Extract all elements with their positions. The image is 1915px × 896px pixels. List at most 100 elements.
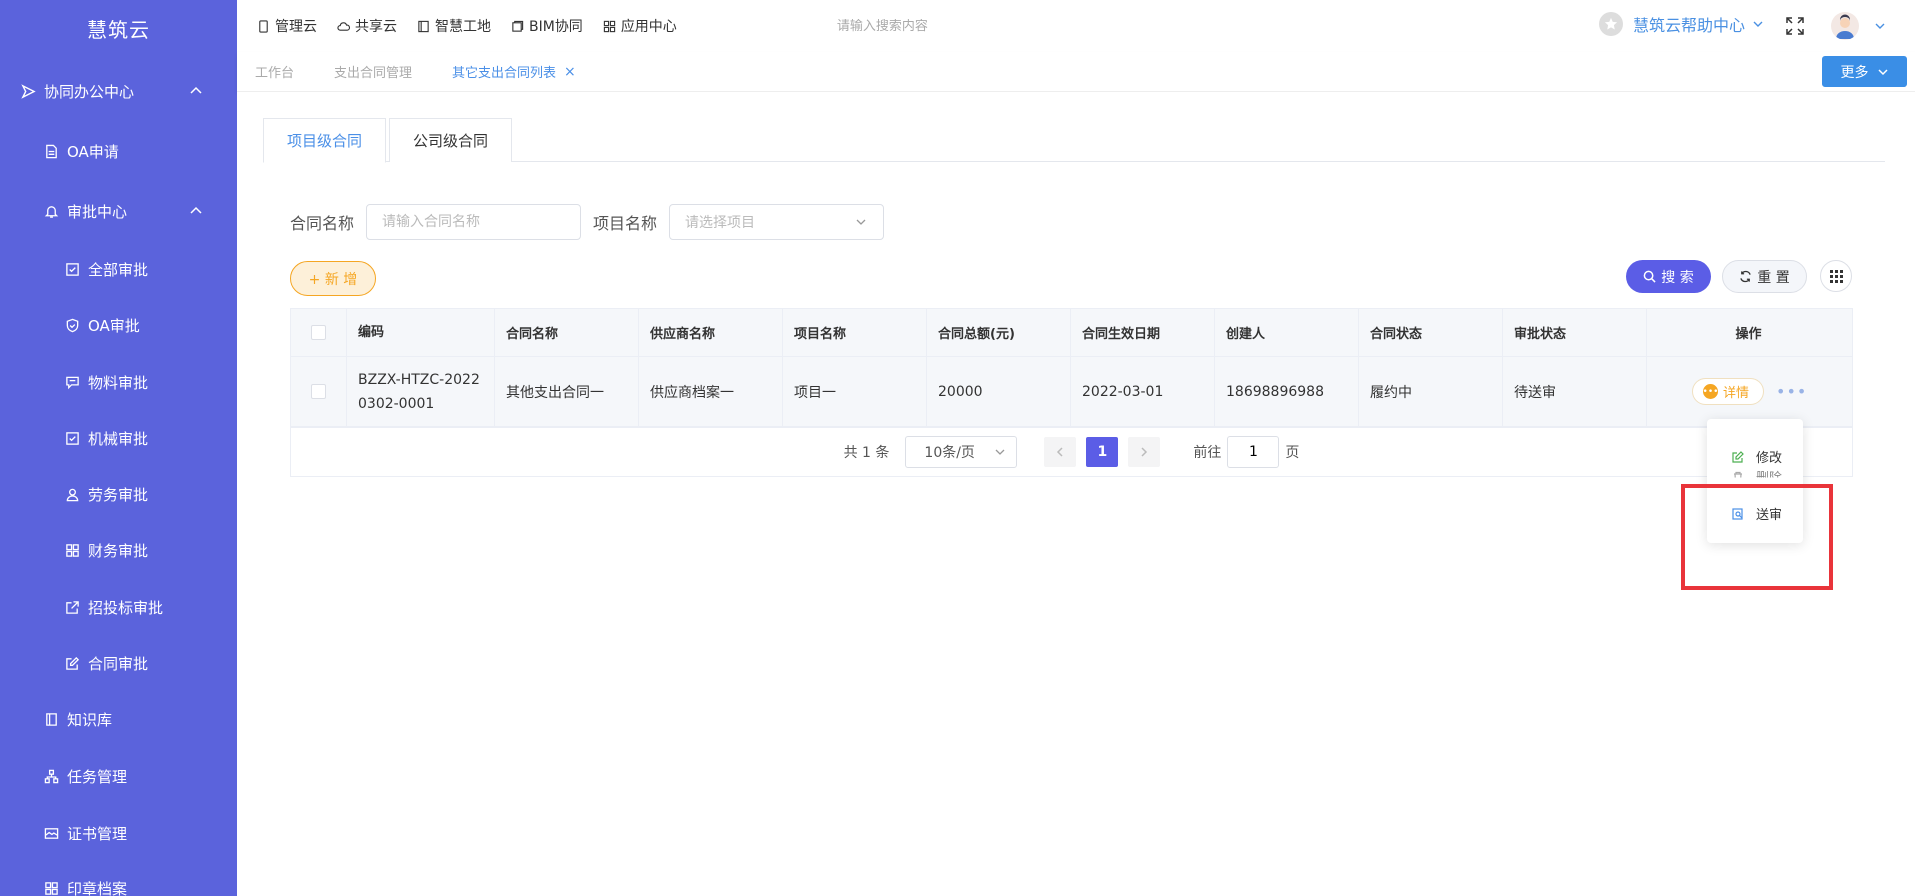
sidebar-item-certificate-management[interactable]: 证书管理 — [0, 813, 237, 853]
dropdown-item-edit[interactable]: 修改 — [1732, 447, 1782, 466]
column-settings-button[interactable] — [1820, 260, 1852, 292]
topnav-management-cloud[interactable]: 管理云 — [257, 16, 317, 36]
goto-page-input[interactable] — [1227, 435, 1280, 468]
edit-icon — [64, 655, 80, 671]
fullscreen-icon[interactable] — [1785, 16, 1805, 36]
header-checkbox-cell — [291, 309, 347, 356]
page-number-button[interactable]: 1 — [1086, 436, 1119, 467]
cube-icon — [512, 20, 524, 32]
table-header: 编码 合同名称 供应商名称 项目名称 合同总额(元) 合同生效日期 创建人 合同… — [291, 309, 1852, 357]
contract-level-tabs: 项目级合同 公司级合同 — [263, 118, 1885, 163]
dropdown-item-label: 修改 — [1756, 451, 1783, 466]
sidebar-item-label: OA审批 — [88, 316, 140, 335]
header-amount: 合同总额(元) — [927, 309, 1071, 356]
topnav-label: 智慧工地 — [435, 19, 491, 35]
tab-company-level-contract[interactable]: 公司级合同 — [389, 118, 513, 162]
search-button[interactable]: 搜 索 — [1626, 260, 1711, 293]
cell-creator: 18698896988 — [1215, 357, 1359, 426]
cell-amount: 20000 — [927, 357, 1071, 426]
topnav-bim[interactable]: BIM协同 — [511, 16, 583, 36]
header-contract-name: 合同名称 — [495, 309, 639, 356]
more-circle-icon: ••• — [1703, 384, 1718, 399]
sidebar-item-label: 证书管理 — [67, 824, 128, 843]
send-icon — [20, 83, 36, 99]
contract-name-input[interactable] — [366, 204, 582, 240]
contract-table: 编码 合同名称 供应商名称 项目名称 合同总额(元) 合同生效日期 创建人 合同… — [290, 308, 1853, 428]
tab-workbench[interactable]: 工作台 — [255, 62, 294, 81]
sidebar-item-seal-archive[interactable]: 印章档案 — [0, 868, 237, 896]
cell-supplier: 供应商档案一 — [639, 357, 783, 426]
topnav-label: 管理云 — [275, 19, 317, 35]
sidebar-item-machine-approval[interactable]: 机械审批 — [0, 418, 237, 458]
cell-approval-status: 待送审 — [1503, 357, 1647, 426]
help-center-label: 慧筑云帮助中心 — [1632, 16, 1745, 35]
sidebar-item-approval-center[interactable]: 审批中心 — [0, 191, 237, 231]
dropdown-item-delete[interactable]: 删除 — [1732, 467, 1783, 486]
global-search-input[interactable] — [836, 18, 1097, 34]
book-icon — [43, 711, 59, 727]
chevron-down-icon — [1753, 21, 1763, 27]
chevron-up-icon — [190, 86, 202, 94]
cell-code: BZZX-HTZC-20220302-0001 — [347, 357, 495, 426]
project-select[interactable]: 请选择项目 — [669, 204, 885, 240]
reset-button-label: 重 置 — [1757, 269, 1790, 286]
sidebar-item-all-approval[interactable]: 全部审批 — [0, 249, 237, 289]
page-size-select[interactable]: 10条/页 — [905, 435, 1018, 468]
chevron-down-icon[interactable] — [1873, 19, 1887, 33]
topnav-label: BIM协同 — [529, 19, 583, 35]
header-contract-status: 合同状态 — [1359, 309, 1503, 356]
sidebar-item-label: 审批中心 — [67, 202, 128, 221]
sidebar-item-label: OA申请 — [67, 142, 119, 161]
topnav-smart-site[interactable]: 智慧工地 — [417, 16, 491, 36]
select-all-checkbox[interactable] — [311, 325, 326, 340]
cell-actions: ••• 详情 ••• — [1647, 357, 1850, 426]
page-tabs-bar: 工作台 支出合同管理 其它支出合同列表 × 更多 — [237, 52, 1915, 92]
header-code: 编码 — [347, 309, 495, 356]
detail-button[interactable]: ••• 详情 — [1692, 378, 1765, 405]
header-creator: 创建人 — [1215, 309, 1359, 356]
sidebar-item-contract-approval[interactable]: 合同审批 — [0, 643, 237, 683]
topnav-app-center[interactable]: 应用中心 — [603, 16, 677, 36]
sidebar-item-knowledge-base[interactable]: 知识库 — [0, 699, 237, 739]
close-icon[interactable]: × — [564, 64, 576, 80]
dropdown-item-label: 送审 — [1756, 508, 1783, 523]
topnav-share-cloud[interactable]: 共享云 — [337, 16, 397, 36]
header-effective-date: 合同生效日期 — [1071, 309, 1215, 356]
user-avatar[interactable] — [1831, 12, 1859, 40]
dropdown-item-label: 删除 — [1756, 471, 1783, 486]
tab-project-level-contract[interactable]: 项目级合同 — [263, 118, 387, 163]
dropdown-item-submit-review[interactable]: 送审 — [1732, 504, 1782, 523]
sidebar-item-material-approval[interactable]: 物料审批 — [0, 362, 237, 402]
sidebar-item-collab-office[interactable]: 协同办公中心 — [0, 71, 237, 111]
document-icon — [43, 143, 59, 159]
sidebar-item-label: 知识库 — [67, 710, 113, 729]
row-checkbox[interactable] — [311, 384, 326, 399]
sidebar-item-bidding-approval[interactable]: 招投标审批 — [0, 587, 237, 627]
sidebar-item-labor-approval[interactable]: 劳务审批 — [0, 474, 237, 514]
project-name-label: 项目名称 — [593, 214, 658, 233]
sidebar-item-finance-approval[interactable]: 财务审批 — [0, 530, 237, 570]
trash-icon — [1734, 471, 1742, 478]
tab-other-expense-contract-list[interactable]: 其它支出合同列表 × — [452, 62, 576, 82]
reset-button[interactable]: 重 置 — [1722, 260, 1807, 293]
edit-icon — [1732, 450, 1744, 463]
sidebar-item-label: 全部审批 — [88, 260, 149, 279]
more-actions-icon[interactable]: ••• — [1776, 382, 1807, 401]
refresh-icon — [1740, 270, 1752, 283]
chevron-down-icon — [995, 449, 1005, 455]
tab-label: 支出合同管理 — [334, 66, 413, 81]
header-supplier: 供应商名称 — [639, 309, 783, 356]
prev-page-button[interactable] — [1044, 436, 1077, 467]
checkbox-icon — [64, 261, 80, 277]
next-page-button[interactable] — [1128, 436, 1161, 467]
sidebar-item-task-management[interactable]: 任务管理 — [0, 756, 237, 796]
topnav-label: 应用中心 — [620, 19, 677, 35]
tab-expense-contract-management[interactable]: 支出合同管理 — [334, 62, 412, 81]
sidebar-item-oa-apply[interactable]: OA申请 — [0, 131, 237, 171]
goto-suffix: 页 — [1285, 444, 1300, 461]
sidebar-item-oa-approval[interactable]: OA审批 — [0, 305, 237, 345]
help-center-link[interactable]: 慧筑云帮助中心 — [1598, 12, 1765, 36]
help-badge-icon — [1598, 12, 1623, 36]
add-button[interactable]: + 新 增 — [290, 261, 376, 296]
more-button[interactable]: 更多 — [1822, 56, 1907, 87]
